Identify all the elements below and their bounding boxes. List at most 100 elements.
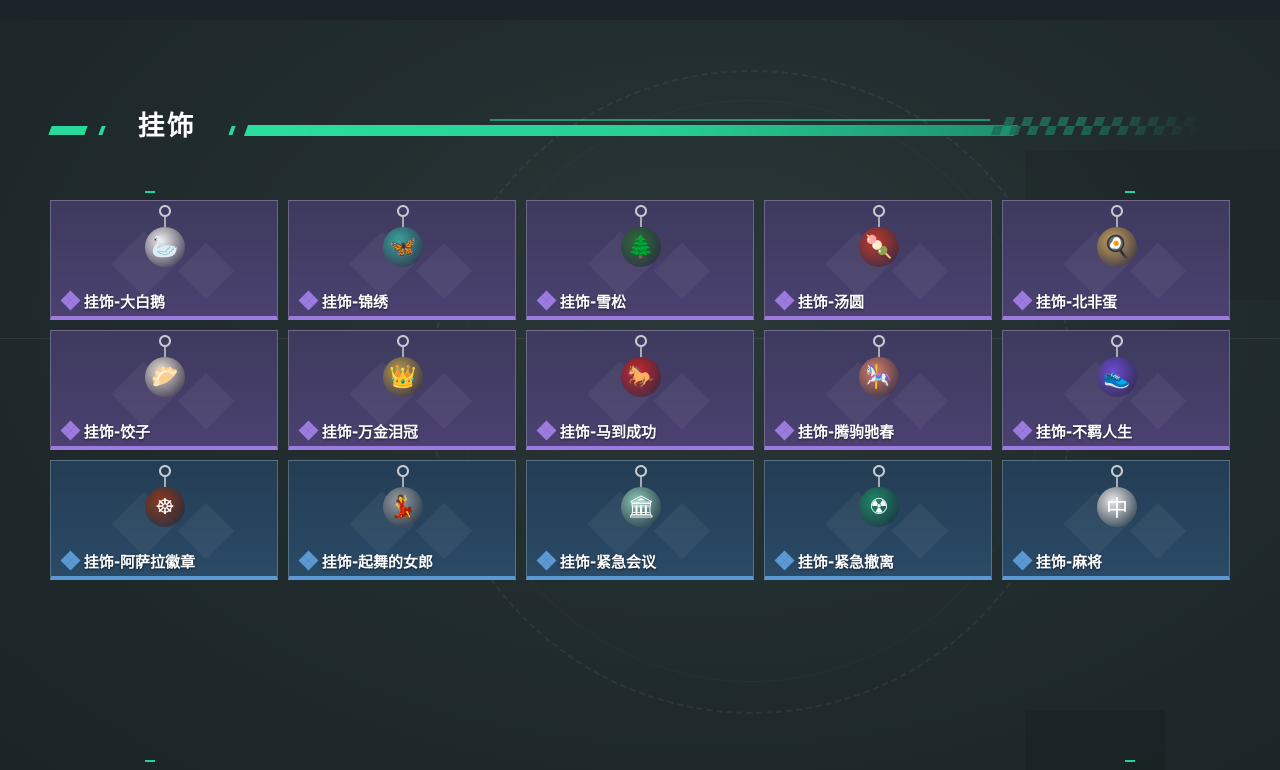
rarity-diamond-icon — [536, 550, 557, 571]
rarity-diamond-icon — [536, 420, 557, 441]
charm-image: 中 — [1087, 465, 1147, 553]
charm-glyph: 🐎 — [627, 364, 655, 390]
charm-glyph: 🎠 — [865, 364, 893, 390]
charm-glyph: 🌲 — [627, 234, 655, 260]
charm-image: 🦢 — [135, 205, 195, 293]
rarity-diamond-icon — [1012, 290, 1033, 311]
chain-icon — [164, 477, 166, 487]
ship-wheel-badge-icon: ☸ — [145, 487, 185, 527]
charm-card[interactable]: 中 挂饰-麻将 — [1002, 460, 1230, 580]
charm-card[interactable]: 🍡 挂饰-汤圆 — [764, 200, 992, 320]
keyring-icon — [873, 465, 885, 477]
keyring-icon — [1111, 465, 1123, 477]
charm-card[interactable]: 👑 挂饰-万金泪冠 — [288, 330, 516, 450]
red-horse-charm-icon: 🐎 — [621, 357, 661, 397]
chain-icon — [640, 347, 642, 357]
keyring-icon — [159, 205, 171, 217]
corner-mark-bottom-left — [145, 760, 155, 762]
rarity-diamond-icon — [60, 420, 81, 441]
chain-icon — [640, 477, 642, 487]
header-line — [243, 125, 1019, 136]
charm-image: 👑 — [373, 335, 433, 423]
charm-glyph: 👟 — [1103, 364, 1131, 390]
section-header: 挂饰 — [48, 108, 1208, 148]
rarity-diamond-icon — [60, 550, 81, 571]
chain-icon — [640, 217, 642, 227]
charm-name: 挂饰-腾驹驰春 — [774, 420, 894, 441]
charm-name: 挂饰-马到成功 — [536, 420, 657, 441]
charm-name-label: 挂饰-饺子 — [84, 422, 151, 441]
charm-card[interactable]: 🐎 挂饰-马到成功 — [526, 330, 754, 450]
charm-image: ☸ — [135, 465, 195, 553]
charm-name: 挂饰-大白鹅 — [60, 290, 165, 311]
keyring-icon — [635, 335, 647, 347]
goose-charm-icon: 🦢 — [145, 227, 185, 267]
charm-image: 🍳 — [1087, 205, 1147, 293]
charm-name-label: 挂饰-不羁人生 — [1036, 422, 1133, 441]
charm-glyph: 🏛 — [627, 494, 655, 520]
charm-image: 🌲 — [611, 205, 671, 293]
charm-card[interactable]: 🏛 挂饰-紧急会议 — [526, 460, 754, 580]
header-thin-line — [490, 119, 990, 121]
keyring-icon — [1111, 205, 1123, 217]
charm-glyph: 🍡 — [865, 234, 893, 260]
charm-name-label: 挂饰-阿萨拉徽章 — [84, 552, 196, 571]
keyring-icon — [635, 465, 647, 477]
charm-card[interactable]: 🦋 挂饰-锦绣 — [288, 200, 516, 320]
charm-glyph: 🍳 — [1103, 234, 1131, 260]
charm-grid: 🦢 挂饰-大白鹅 🦋 挂饰-锦绣 🌲 挂饰-雪松 🍡 挂饰-汤圆 🍳 挂饰-北非… — [50, 200, 1230, 580]
meeting-emblem-icon: 🏛 — [621, 487, 661, 527]
charm-glyph: 💃 — [389, 494, 417, 520]
charm-image: 🎠 — [849, 335, 909, 423]
chain-icon — [1116, 477, 1118, 487]
charm-name-label: 挂饰-马到成功 — [560, 422, 657, 441]
charm-name-label: 挂饰-麻将 — [1036, 552, 1103, 571]
charm-name-label: 挂饰-起舞的女郎 — [322, 552, 434, 571]
charm-name-label: 挂饰-紧急撤离 — [798, 552, 895, 571]
charm-name-label: 挂饰-紧急会议 — [560, 552, 657, 571]
charm-name: 挂饰-北非蛋 — [1012, 290, 1118, 311]
charm-card[interactable]: 💃 挂饰-起舞的女郎 — [288, 460, 516, 580]
mahjong-tile-charm-icon: 中 — [1097, 487, 1137, 527]
section-title: 挂饰 — [138, 111, 196, 142]
chain-icon — [402, 477, 404, 487]
butterfly-charm-icon: 🦋 — [383, 227, 423, 267]
chain-icon — [1116, 347, 1118, 357]
charm-image: ☢ — [849, 465, 909, 553]
charm-glyph: 🦋 — [389, 234, 417, 260]
header-accent-tick-right — [228, 126, 236, 135]
rarity-diamond-icon — [1012, 550, 1033, 571]
keyring-icon — [159, 465, 171, 477]
charm-card[interactable]: 🎠 挂饰-腾驹驰春 — [764, 330, 992, 450]
charm-card[interactable]: 👟 挂饰-不羁人生 — [1002, 330, 1230, 450]
rarity-diamond-icon — [298, 420, 319, 441]
chain-icon — [878, 477, 880, 487]
charm-card[interactable]: 🍳 挂饰-北非蛋 — [1002, 200, 1230, 320]
carriage-charm-icon: 🎠 — [859, 357, 899, 397]
charm-card[interactable]: ☢ 挂饰-紧急撤离 — [764, 460, 992, 580]
top-bar — [0, 0, 1280, 20]
rarity-diamond-icon — [1012, 420, 1033, 441]
charm-glyph: 👑 — [389, 364, 417, 390]
chain-icon — [164, 347, 166, 357]
header-checker-pattern — [990, 117, 1208, 135]
charm-card[interactable]: 🥟 挂饰-饺子 — [50, 330, 278, 450]
charm-card[interactable]: ☸ 挂饰-阿萨拉徽章 — [50, 460, 278, 580]
keyring-icon — [873, 335, 885, 347]
rarity-diamond-icon — [298, 290, 319, 311]
rice-ball-bowl-charm-icon: 🍡 — [859, 227, 899, 267]
charm-name: 挂饰-雪松 — [536, 290, 626, 311]
corner-mark-top-right — [1125, 191, 1135, 193]
chain-icon — [878, 347, 880, 357]
charm-glyph: 🦢 — [151, 234, 179, 260]
keyring-icon — [873, 205, 885, 217]
charm-card[interactable]: 🌲 挂饰-雪松 — [526, 200, 754, 320]
charm-name: 挂饰-紧急会议 — [536, 550, 657, 571]
charm-card[interactable]: 🦢 挂饰-大白鹅 — [50, 200, 278, 320]
dumpling-plate-charm-icon: 🥟 — [145, 357, 185, 397]
charm-name-label: 挂饰-北非蛋 — [1036, 292, 1118, 311]
keyring-icon — [397, 205, 409, 217]
keyring-icon — [635, 205, 647, 217]
charm-image: 🐎 — [611, 335, 671, 423]
corner-mark-top-left — [145, 191, 155, 193]
